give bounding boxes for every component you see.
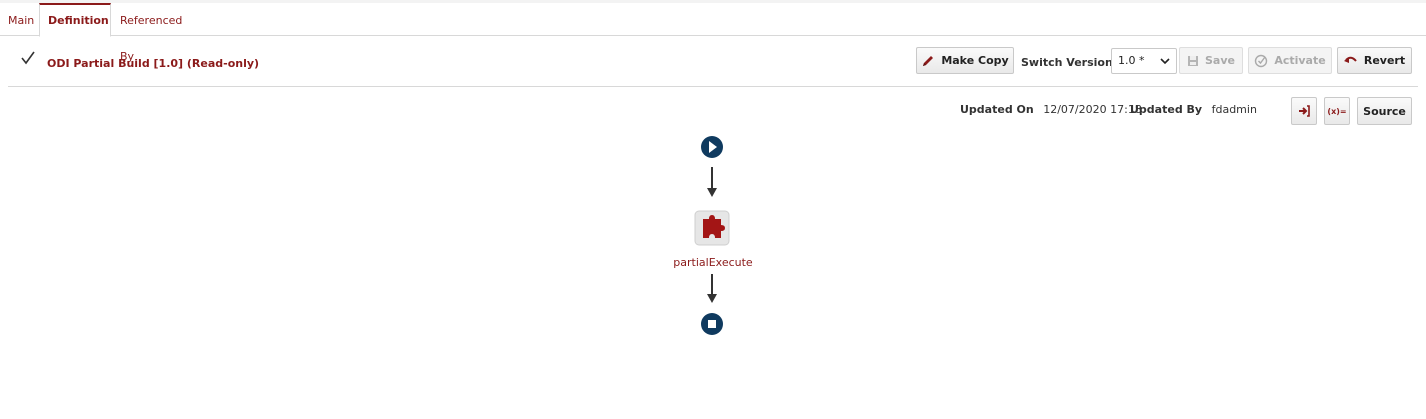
connector-arrow — [707, 274, 717, 303]
start-node[interactable] — [701, 136, 723, 158]
workflow-diagram — [694, 136, 730, 335]
connector-arrow — [707, 167, 717, 197]
step-label[interactable]: partialExecute — [666, 256, 760, 269]
end-node[interactable] — [701, 313, 723, 335]
step-node[interactable] — [694, 210, 730, 246]
